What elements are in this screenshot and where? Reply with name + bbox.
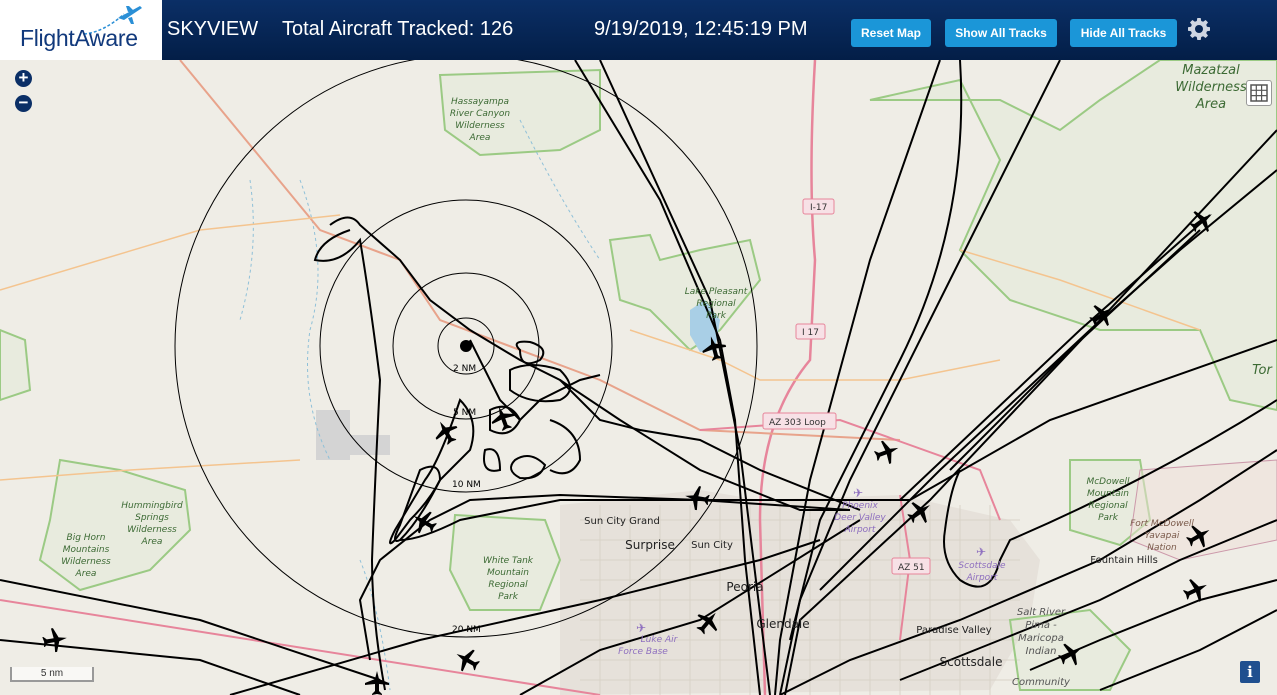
map-label: Force Base bbox=[618, 647, 668, 657]
airport-icon: ✈ bbox=[976, 545, 986, 559]
map-label: Park bbox=[1098, 513, 1119, 523]
airport-icon: ✈ bbox=[636, 621, 646, 635]
map-label: Luke Air bbox=[641, 635, 679, 645]
map-label: Wilderness bbox=[1175, 80, 1247, 95]
city-label: Fountain Hills bbox=[1090, 555, 1158, 566]
hide-all-tracks-button[interactable]: Hide All Tracks bbox=[1070, 19, 1177, 47]
highway-shield: I-17 bbox=[810, 203, 827, 213]
map-label: Airport bbox=[966, 573, 998, 583]
map-label: Mountain bbox=[1087, 489, 1129, 499]
show-all-tracks-button[interactable]: Show All Tracks bbox=[945, 19, 1057, 47]
map-label: River Canyon bbox=[450, 109, 511, 119]
timestamp: 9/19/2019, 12:45:19 PM bbox=[594, 18, 808, 40]
city-label: Sun City Grand bbox=[584, 516, 660, 527]
city-label: Scottsdale bbox=[940, 655, 1003, 669]
map-label: Park bbox=[706, 311, 727, 321]
map-label: Mazatzal bbox=[1182, 63, 1240, 78]
map-label: Tor bbox=[1252, 363, 1273, 378]
map-label: Park bbox=[498, 592, 519, 602]
map-label: Wilderness bbox=[455, 121, 505, 131]
map-label: Big Horn bbox=[67, 533, 106, 543]
aircraft-count: Total Aircraft Tracked: 126 bbox=[282, 18, 514, 40]
city-label: Sun City bbox=[691, 540, 733, 551]
ring-label-10nm: 10 NM bbox=[452, 480, 481, 490]
map-label: Hassayampa bbox=[451, 97, 509, 107]
map-label: Area bbox=[75, 569, 97, 579]
airport-icon: ✈ bbox=[853, 486, 863, 500]
map-label: Wilderness bbox=[61, 557, 111, 567]
map-label: Pima - bbox=[1025, 620, 1057, 631]
layers-button[interactable] bbox=[1246, 80, 1272, 106]
map-label: Mountain bbox=[487, 568, 529, 578]
map-label: Fort McDowell bbox=[1130, 519, 1194, 529]
map-canvas[interactable]: 2 NM 5 NM 10 NM 20 NM ✈ ✈ ✈ Hassayampa R… bbox=[0, 60, 1277, 695]
map-label: McDowell bbox=[1086, 477, 1130, 487]
map-label: Phoenix bbox=[842, 501, 878, 511]
zoom-out-button[interactable]: − bbox=[15, 94, 32, 112]
map-label: Area bbox=[469, 133, 491, 143]
highway-shield: AZ 51 bbox=[898, 563, 925, 573]
map-label: Yavapai bbox=[1145, 531, 1180, 541]
logo-text: FlightAware bbox=[20, 25, 138, 51]
city-label: Paradise Valley bbox=[916, 625, 992, 636]
map-label: Lake Pleasant bbox=[685, 287, 748, 297]
grid-icon bbox=[1250, 84, 1268, 102]
map-label: Springs bbox=[135, 513, 169, 523]
info-button[interactable]: i bbox=[1240, 661, 1260, 683]
map-label: Area bbox=[1195, 97, 1226, 112]
reset-map-button[interactable]: Reset Map bbox=[851, 19, 931, 47]
map-label: Community bbox=[1012, 677, 1071, 688]
map-label: White Tank bbox=[483, 556, 534, 566]
city-label: Surprise bbox=[625, 538, 675, 552]
map-label: Regional bbox=[488, 580, 528, 590]
map-label: Indian bbox=[1026, 646, 1057, 657]
gear-icon[interactable] bbox=[1187, 17, 1211, 41]
highway-shield: AZ 303 Loop bbox=[769, 418, 826, 428]
map-label: Regional bbox=[696, 299, 736, 309]
map-label: Salt River bbox=[1017, 607, 1066, 618]
map-label: Wilderness bbox=[127, 525, 177, 535]
zoom-in-button[interactable]: + bbox=[15, 69, 32, 87]
map-label: Scottsdale bbox=[958, 561, 1006, 571]
app-title: SKYVIEW bbox=[167, 18, 259, 40]
scale-bar: 5 nm bbox=[10, 667, 94, 682]
highway-shield: I 17 bbox=[802, 328, 819, 338]
top-bar: FlightAware SKYVIEW Total Aircraft Track… bbox=[0, 0, 1277, 60]
flightaware-logo[interactable]: FlightAware bbox=[0, 0, 162, 60]
map-label: Airport bbox=[844, 525, 876, 535]
city-label: Peoria bbox=[726, 580, 763, 594]
ring-label-2nm: 2 NM bbox=[453, 364, 476, 374]
map-label: Hummingbird bbox=[121, 501, 183, 511]
map-label: Mountains bbox=[63, 545, 110, 555]
map-label: Area bbox=[141, 537, 163, 547]
map-label: Deer Valley bbox=[834, 513, 886, 523]
city-label: Glendale bbox=[756, 617, 809, 631]
map-label: Maricopa bbox=[1018, 633, 1064, 644]
map-label: Regional bbox=[1088, 501, 1128, 511]
map-label: Nation bbox=[1147, 543, 1177, 553]
